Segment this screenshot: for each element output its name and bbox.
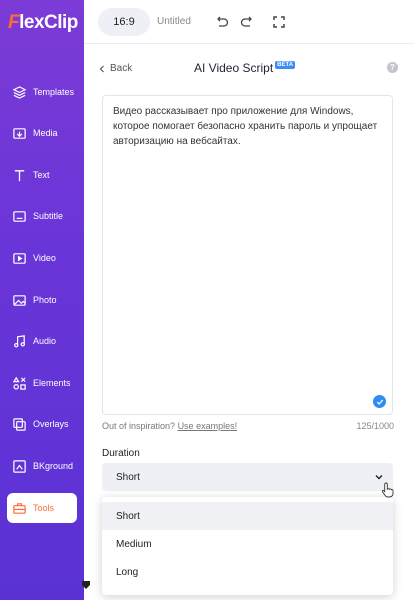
top-bar: 16:9 Untitled (84, 0, 414, 44)
duration-select[interactable]: Short (102, 463, 393, 491)
character-counter: 125/1000 (356, 421, 394, 431)
media-icon (11, 125, 27, 141)
help-icon[interactable]: ? (387, 62, 398, 73)
logo-text: lexClip (19, 12, 78, 33)
duration-option-long[interactable]: Long (102, 558, 393, 586)
panel-title: AI Video Script BETA (194, 61, 296, 75)
fullscreen-icon[interactable] (271, 14, 287, 30)
project-title[interactable]: Untitled (157, 16, 191, 27)
audio-icon (11, 333, 27, 349)
sidebar-item-subtitle[interactable]: Subtitle (7, 201, 77, 231)
sidebar-item-tools[interactable]: Tools (7, 493, 77, 523)
use-examples-link[interactable]: Use examples! (178, 421, 238, 431)
app-logo: FlexClip (8, 12, 78, 33)
undo-icon[interactable] (214, 14, 230, 30)
layers-icon (11, 84, 27, 100)
duration-dropdown-menu: Short Medium Long (102, 497, 393, 595)
timeline-marker-icon (82, 581, 90, 589)
toolbox-icon (11, 500, 27, 516)
sidebar-item-overlays[interactable]: Overlays (7, 409, 77, 439)
back-button[interactable]: Back (98, 63, 132, 74)
sidebar-item-audio[interactable]: Audio (7, 326, 77, 356)
duration-option-short[interactable]: Short (102, 502, 393, 530)
overlays-icon (11, 416, 27, 432)
duration-option-medium[interactable]: Medium (102, 530, 393, 558)
inspiration-text: Out of inspiration? Use examples! (102, 421, 238, 431)
script-text[interactable]: Видео рассказывает про приложение для Wi… (103, 96, 392, 157)
sidebar-item-elements[interactable]: Elements (7, 368, 77, 398)
duration-label: Duration (102, 448, 140, 459)
sidebar-item-photo[interactable]: Photo (7, 285, 77, 315)
elements-icon (11, 375, 27, 391)
sidebar-item-media[interactable]: Media (7, 118, 77, 148)
ai-script-panel: Back AI Video Script BETA ? Видео рассказ… (84, 45, 414, 600)
sidebar-item-text[interactable]: Text (7, 160, 77, 190)
sidebar-item-video[interactable]: Video (7, 243, 77, 273)
sidebar: FlexClip Templates Media Text Subtitle V… (0, 0, 84, 600)
sidebar-item-templates[interactable]: Templates (7, 77, 77, 107)
beta-badge: BETA (275, 61, 296, 69)
redo-icon[interactable] (239, 14, 255, 30)
photo-icon (11, 292, 27, 308)
video-icon (11, 250, 27, 266)
check-icon (373, 395, 386, 408)
chevron-left-icon (99, 65, 104, 72)
chevron-down-icon (375, 475, 383, 480)
hand-cursor-icon (381, 482, 394, 498)
background-icon (11, 458, 27, 474)
script-textarea[interactable]: Видео рассказывает про приложение для Wi… (102, 95, 393, 415)
sidebar-item-background[interactable]: BKground (7, 451, 77, 481)
subtitle-icon (11, 208, 27, 224)
aspect-ratio-button[interactable]: 16:9 (98, 8, 150, 36)
text-icon (11, 167, 27, 183)
